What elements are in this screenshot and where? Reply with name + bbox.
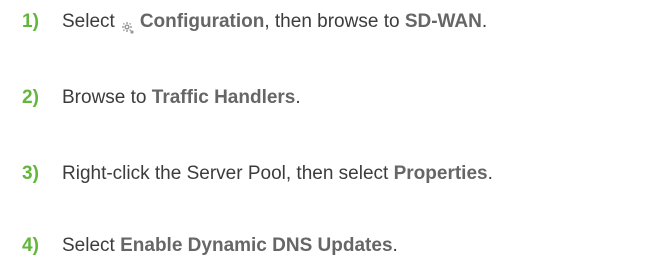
- step-4: 4) Select Enable Dynamic DNS Updates .: [22, 231, 398, 261]
- step-text: Select Enable Dynamic DNS Updates .: [62, 231, 398, 261]
- step-2: 2) Browse to Traffic Handlers .: [22, 83, 301, 113]
- step-text-segment: .: [295, 87, 301, 108]
- step-number: 4): [22, 235, 39, 256]
- step-text: Right-click the Server Pool, then select…: [62, 159, 493, 189]
- step-text-segment: Select: [62, 11, 115, 32]
- ui-term-traffic-handlers: Traffic Handlers: [151, 87, 296, 108]
- step-text-segment: Browse to: [62, 87, 152, 108]
- step-text-segment: .: [487, 163, 493, 184]
- step-text-segment: .: [392, 235, 398, 256]
- step-3: 3) Right-click the Server Pool, then sel…: [22, 159, 493, 189]
- step-text-segment: .: [481, 11, 488, 32]
- ui-term-properties: Properties: [393, 163, 488, 184]
- step-text-segment: Select: [62, 235, 121, 256]
- step-text: Browse to Traffic Handlers .: [62, 83, 301, 113]
- step-text: Select Configuration , then browse to SD…: [62, 7, 487, 37]
- step-number: 3): [22, 163, 39, 184]
- step-1: 1) Select Configuration , then browse to…: [22, 7, 487, 37]
- step-text-segment: Right-click the Server Pool, then select: [62, 163, 394, 184]
- ui-term-enable-dynamic-dns-updates: Enable Dynamic DNS Updates: [120, 235, 393, 256]
- step-number: 2): [22, 87, 39, 108]
- gear-icon: [121, 15, 135, 34]
- ui-term-configuration: Configuration: [139, 11, 265, 32]
- step-text-segment: , then browse to: [264, 11, 405, 32]
- ui-term-sd-wan: SD-WAN: [404, 11, 482, 32]
- step-number: 1): [22, 11, 39, 32]
- instruction-steps: 1) Select Configuration , then browse to…: [0, 0, 669, 264]
